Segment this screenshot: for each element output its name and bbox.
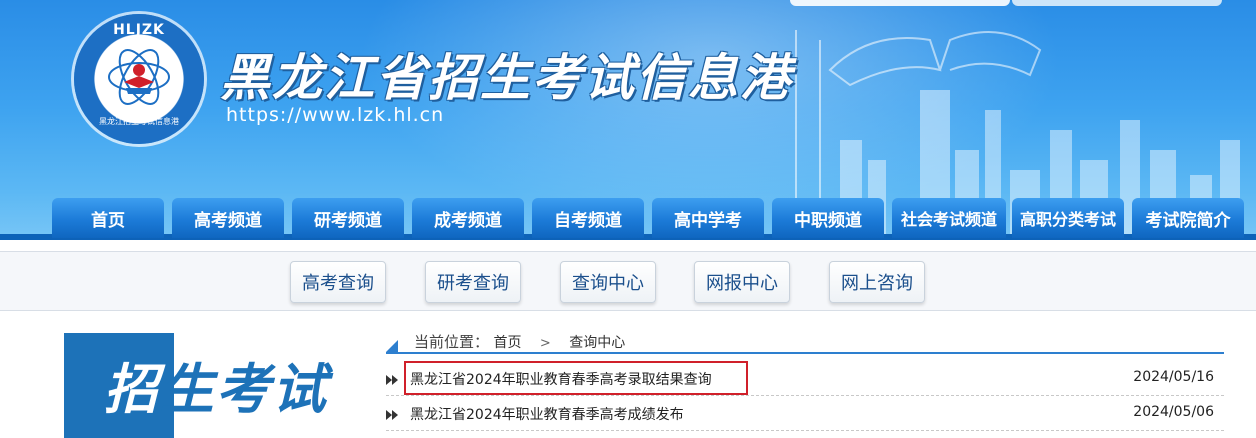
nav-tab-gaozhong-xuekao[interactable]: 高中学考 xyxy=(652,198,764,238)
breadcrumb-query-center-link[interactable]: 查询中心 xyxy=(569,335,625,351)
nav-tab-yankao[interactable]: 研考频道 xyxy=(292,198,404,238)
side-banner: 招生考试 xyxy=(64,333,344,438)
nav-tab-zhongzhi[interactable]: 中职频道 xyxy=(772,198,884,238)
breadcrumb-lead: 当前位置： xyxy=(414,333,490,351)
side-banner-text-white: 招 xyxy=(104,357,160,421)
query-center-button[interactable]: 查询中心 xyxy=(560,261,656,303)
breadcrumb-trail: 当前位置： 首页 > 查询中心 xyxy=(414,331,625,352)
nav-tab-zikao[interactable]: 自考频道 xyxy=(532,198,644,238)
main-nav: 首页 高考频道 研考频道 成考频道 自考频道 高中学考 中职频道 社会考试频道 … xyxy=(0,198,1256,242)
nav-tab-gaokao[interactable]: 高考频道 xyxy=(172,198,284,238)
nav-tab-shehui-kaoshi[interactable]: 社会考试频道 xyxy=(892,198,1006,238)
side-banner-text: 招生考试 xyxy=(104,345,328,424)
logo-top-text: HLJZK xyxy=(113,22,165,38)
top-search-box[interactable] xyxy=(790,0,1010,6)
sub-nav: 高考查询 研考查询 查询中心 网报中心 网上咨询 xyxy=(0,251,1256,311)
breadcrumb-separator: > xyxy=(539,336,551,351)
gaokao-query-button[interactable]: 高考查询 xyxy=(290,261,386,303)
online-registration-button[interactable]: 网报中心 xyxy=(694,261,790,303)
yankao-query-button[interactable]: 研考查询 xyxy=(425,261,521,303)
site-logo[interactable]: HLJZK 黑龙江招生考试信息港 xyxy=(74,14,204,144)
breadcrumb-home-link[interactable]: 首页 xyxy=(493,335,521,351)
top-search-box-2[interactable] xyxy=(1012,0,1222,6)
nav-tab-gaozhi-fenlei[interactable]: 高职分类考试 xyxy=(1012,198,1124,238)
breadcrumb-corner-icon xyxy=(386,340,398,352)
double-arrow-bullet-icon xyxy=(386,375,398,385)
online-consult-button[interactable]: 网上咨询 xyxy=(829,261,925,303)
news-title-link[interactable]: 黑龙江省2024年职业教育春季高考成绩发布 xyxy=(410,404,684,424)
site-url: https://www.lzk.hl.cn xyxy=(226,104,445,126)
site-title: 黑龙江省招生考试信息港 xyxy=(220,48,792,107)
news-date: 2024/05/16 xyxy=(1133,369,1214,385)
logo-bottom-text: 黑龙江招生考试信息港 xyxy=(99,117,179,126)
highlight-box xyxy=(404,361,748,395)
double-arrow-bullet-icon xyxy=(386,410,398,420)
nav-tab-home[interactable]: 首页 xyxy=(52,198,164,238)
nav-tab-chengkao[interactable]: 成考频道 xyxy=(412,198,524,238)
nav-tab-about[interactable]: 考试院简介 xyxy=(1132,198,1244,238)
side-banner-text-blue: 生考试 xyxy=(160,357,328,421)
news-date: 2024/05/06 xyxy=(1133,404,1214,420)
news-row[interactable]: 黑龙江省2024年职业教育春季高考成绩发布 2024/05/06 xyxy=(386,397,1224,431)
logo-emblem-icon xyxy=(108,49,170,105)
breadcrumb: 当前位置： 首页 > 查询中心 xyxy=(386,328,1224,354)
